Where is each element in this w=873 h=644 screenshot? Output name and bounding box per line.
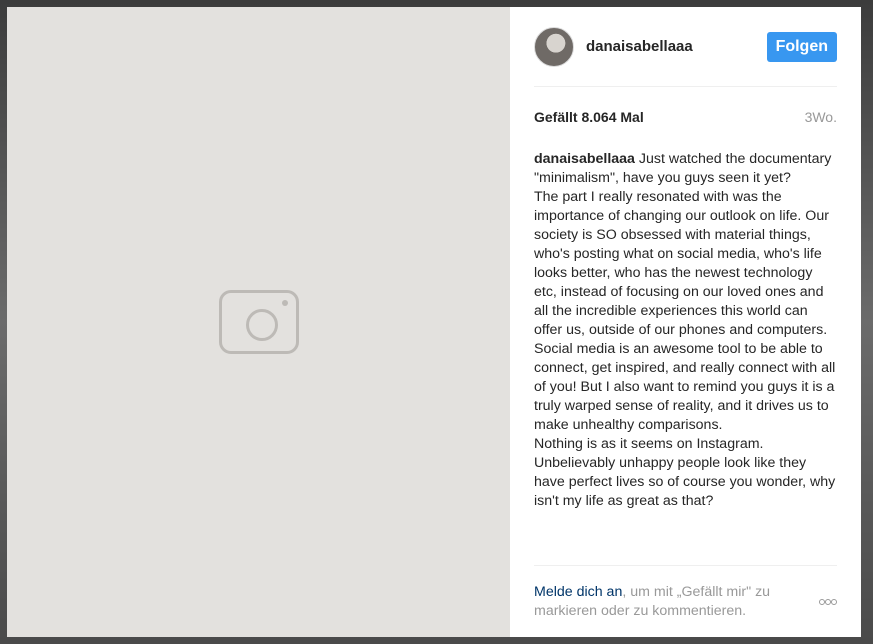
post-footer: Melde dich an, um mit „Gefällt mir" zu m… — [534, 565, 837, 637]
caption-username[interactable]: danaisabellaaa — [534, 151, 635, 167]
caption-text: Just watched the documentary "minimalism… — [534, 151, 836, 509]
more-options-icon[interactable] — [819, 592, 837, 612]
avatar[interactable] — [534, 26, 574, 67]
post-caption: danaisabellaaa Just watched the document… — [534, 150, 837, 511]
post-modal: danaisabellaaa Folgen Gefällt 8.064 Mal … — [7, 7, 861, 637]
image-placeholder-icon — [218, 290, 299, 354]
likes-count[interactable]: Gefällt 8.064 Mal — [534, 109, 644, 125]
post-photo-placeholder — [7, 7, 510, 637]
username-link[interactable]: danaisabellaaa — [586, 38, 767, 55]
login-prompt: Melde dich an, um mit „Gefällt mir" zu m… — [534, 583, 809, 621]
likes-row: Gefällt 8.064 Mal 3Wo. — [534, 87, 837, 147]
post-time[interactable]: 3Wo. — [805, 109, 837, 125]
follow-button[interactable]: Folgen — [766, 31, 837, 62]
more-dot — [831, 598, 837, 605]
login-link[interactable]: Melde dich an — [534, 584, 622, 600]
post-sidebar: danaisabellaaa Folgen Gefällt 8.064 Mal … — [510, 7, 861, 637]
post-header: danaisabellaaa Folgen — [534, 7, 837, 87]
